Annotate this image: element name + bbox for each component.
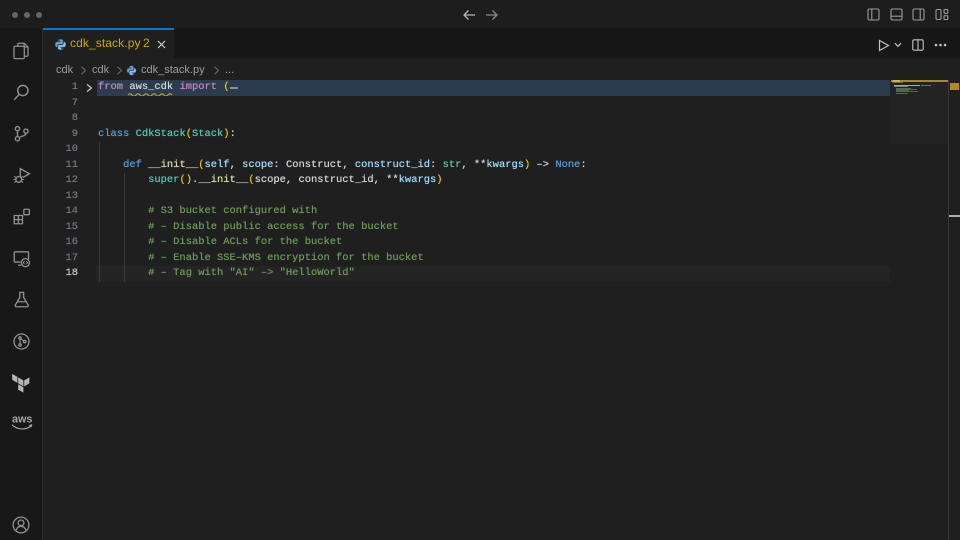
svg-text:aws: aws [12, 414, 32, 426]
